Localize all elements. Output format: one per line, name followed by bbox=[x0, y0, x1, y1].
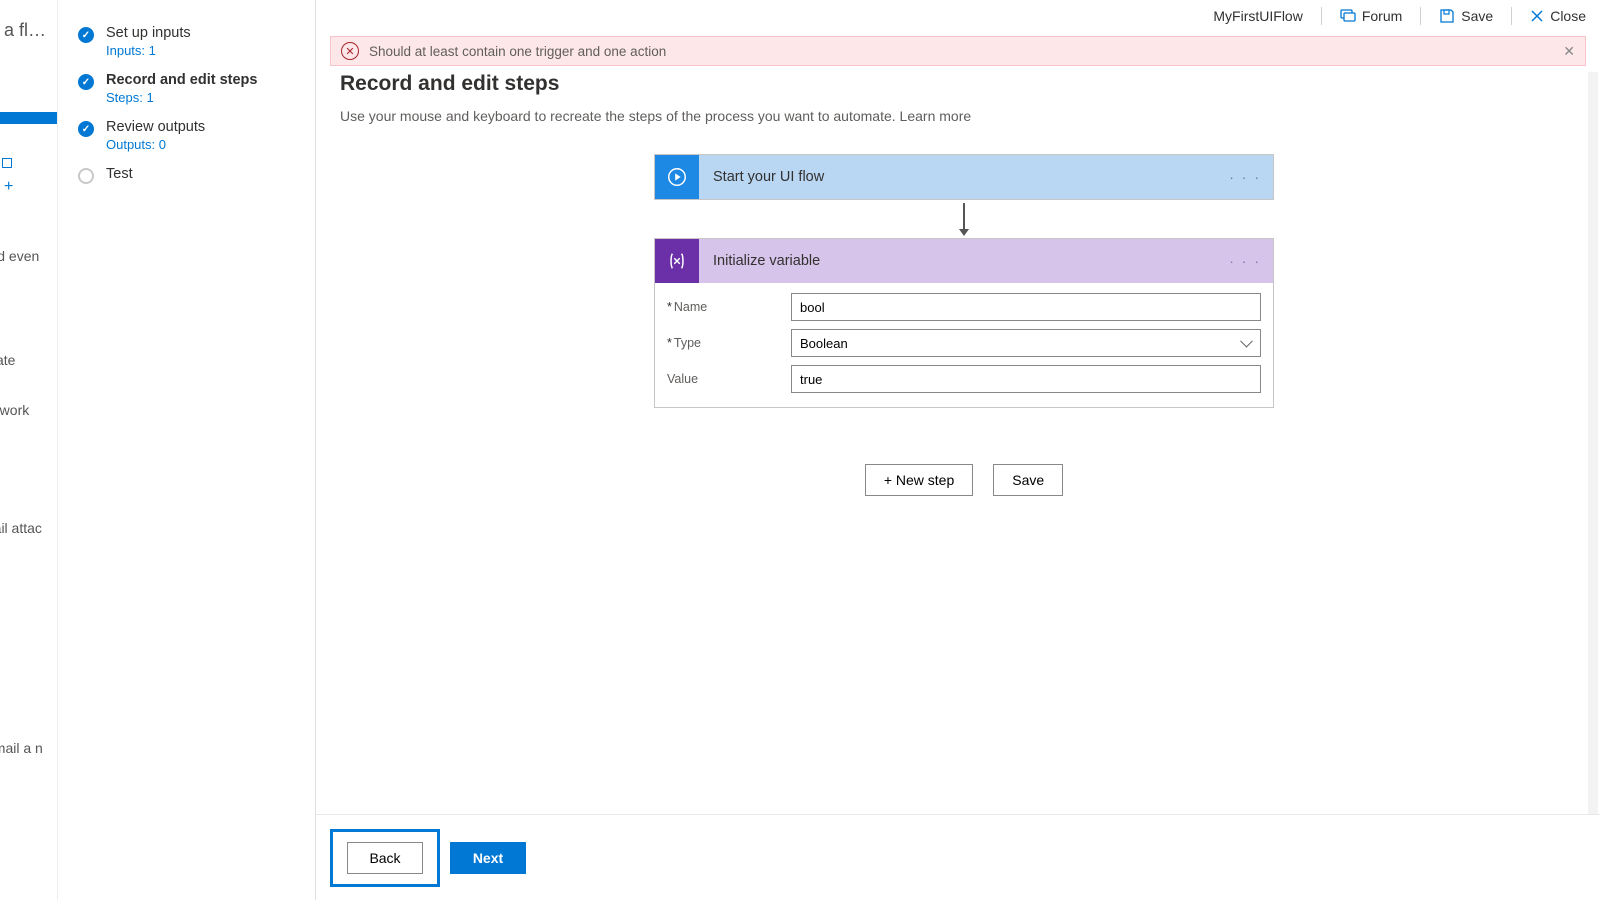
step-sublabel: Inputs: 1 bbox=[106, 43, 191, 58]
connector-arrow-icon bbox=[959, 200, 969, 238]
variable-icon bbox=[655, 239, 699, 283]
wizard-step-review-outputs[interactable]: Review outputs Outputs: 0 bbox=[58, 112, 315, 159]
content-scroll[interactable]: Record and edit steps Use your mouse and… bbox=[340, 72, 1598, 900]
error-icon: ✕ bbox=[341, 42, 359, 60]
new-step-button[interactable]: + New step bbox=[865, 464, 973, 496]
main-panel: MyFirstUIFlow Forum Save Close ✕ Should … bbox=[316, 0, 1600, 900]
wizard-footer: Back Next bbox=[316, 814, 1600, 900]
page-title: Record and edit steps bbox=[340, 72, 1588, 96]
action-card[interactable]: Initialize variable · · · *Name *Type bbox=[654, 238, 1274, 408]
step-done-icon bbox=[78, 121, 94, 137]
close-icon bbox=[1530, 9, 1544, 23]
action-title: Initialize variable bbox=[713, 253, 820, 269]
forum-icon bbox=[1340, 8, 1356, 24]
trigger-card[interactable]: Start your UI flow · · · bbox=[654, 154, 1274, 200]
back-button[interactable]: Back bbox=[347, 842, 423, 874]
step-pending-icon bbox=[78, 168, 94, 184]
save-button[interactable]: Save bbox=[1431, 4, 1501, 28]
step-sublabel: Steps: 1 bbox=[106, 90, 257, 105]
step-label: Review outputs bbox=[106, 119, 205, 135]
step-label: Set up inputs bbox=[106, 25, 191, 41]
wizard-step-test[interactable]: Test bbox=[58, 159, 315, 191]
field-label-type: *Type bbox=[667, 336, 791, 350]
step-current-icon bbox=[78, 74, 94, 90]
field-label-value: Value bbox=[667, 372, 791, 386]
forum-button[interactable]: Forum bbox=[1332, 4, 1410, 28]
step-sublabel: Outputs: 0 bbox=[106, 137, 205, 152]
flow-name: MyFirstUIFlow bbox=[1205, 8, 1310, 24]
close-button[interactable]: Close bbox=[1522, 4, 1594, 28]
error-text: Should at least contain one trigger and … bbox=[369, 44, 666, 59]
back-button-highlight: Back bbox=[330, 829, 440, 887]
wizard-sidebar: Set up inputs Inputs: 1 Record and edit … bbox=[58, 0, 316, 900]
step-label: Record and edit steps bbox=[106, 72, 257, 88]
dismiss-alert-button[interactable]: ✕ bbox=[1563, 43, 1575, 60]
next-button[interactable]: Next bbox=[450, 842, 526, 874]
field-label-name: *Name bbox=[667, 300, 791, 314]
name-input[interactable] bbox=[791, 293, 1261, 321]
action-more-menu[interactable]: · · · bbox=[1229, 253, 1261, 269]
canvas-save-button[interactable]: Save bbox=[993, 464, 1063, 496]
step-label: Test bbox=[106, 166, 133, 182]
play-record-icon bbox=[655, 155, 699, 199]
trigger-more-menu[interactable]: · · · bbox=[1229, 169, 1261, 185]
save-icon bbox=[1439, 8, 1455, 24]
type-select[interactable] bbox=[791, 329, 1261, 357]
action-card-body: *Name *Type Value bbox=[655, 283, 1273, 407]
action-card-header[interactable]: Initialize variable · · · bbox=[655, 239, 1273, 283]
learn-more-link[interactable]: Learn more bbox=[900, 108, 972, 124]
title-bar: MyFirstUIFlow Forum Save Close bbox=[316, 0, 1600, 32]
flow-canvas: Start your UI flow · · · Initialize vari… bbox=[340, 154, 1588, 496]
trigger-title: Start your UI flow bbox=[713, 169, 824, 185]
value-input[interactable] bbox=[791, 365, 1261, 393]
page-subtitle: Use your mouse and keyboard to recreate … bbox=[340, 108, 1588, 124]
background-nav: ake a fl… + nated even ate e work mail a… bbox=[0, 0, 58, 900]
wizard-step-setup-inputs[interactable]: Set up inputs Inputs: 1 bbox=[58, 18, 315, 65]
step-done-icon bbox=[78, 27, 94, 43]
trigger-card-header[interactable]: Start your UI flow · · · bbox=[655, 155, 1273, 199]
wizard-step-record-edit[interactable]: Record and edit steps Steps: 1 bbox=[58, 65, 315, 112]
error-banner: ✕ Should at least contain one trigger an… bbox=[330, 36, 1586, 66]
